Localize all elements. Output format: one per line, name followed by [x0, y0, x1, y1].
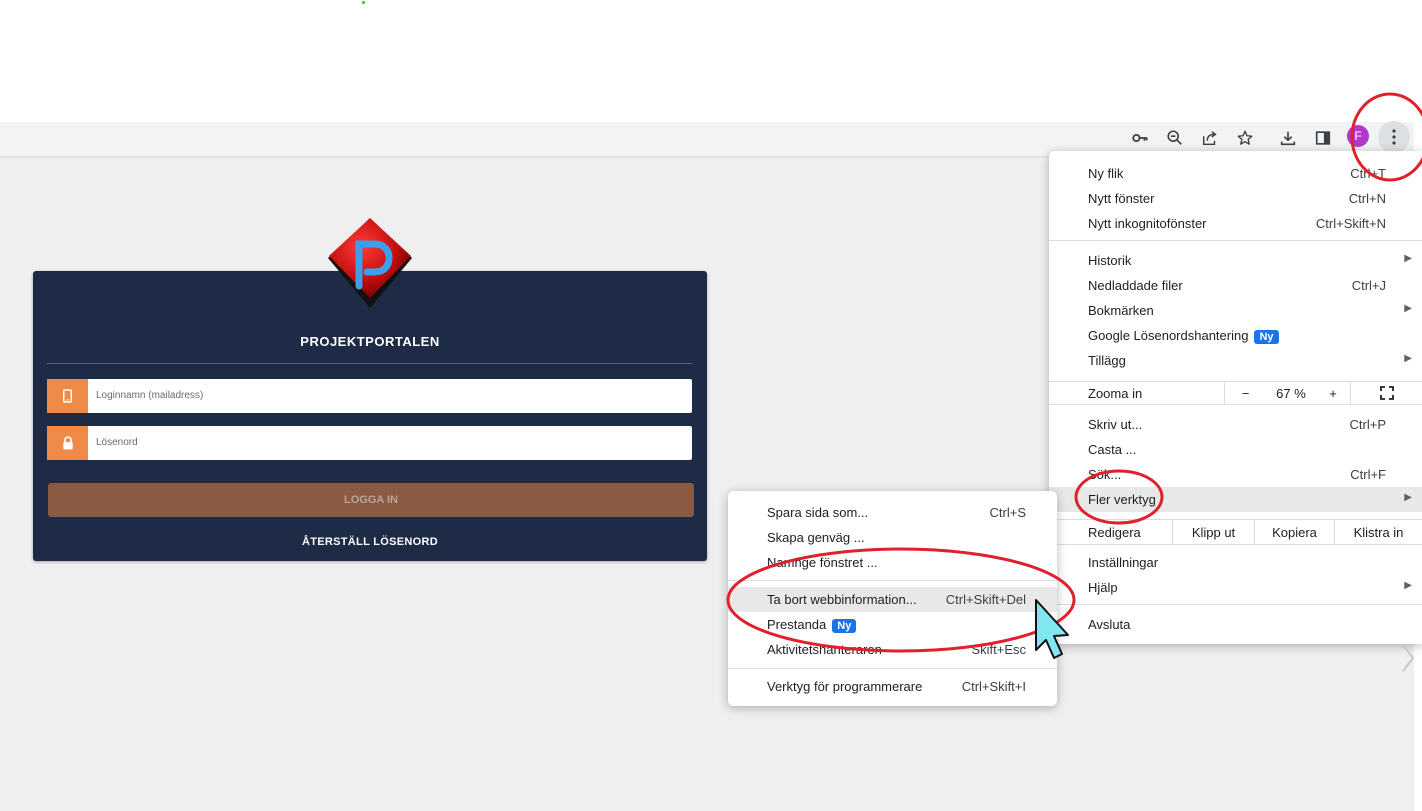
side-panel-icon[interactable] [1309, 124, 1337, 152]
password-field[interactable]: Lösenord [47, 426, 692, 460]
menu-item-find[interactable]: Sök... Ctrl+F [1049, 462, 1422, 487]
phone-icon [47, 379, 88, 413]
profile-avatar[interactable]: F [1347, 125, 1369, 147]
submenu-item-clear-data[interactable]: Ta bort webbinformation... Ctrl+Skift+De… [728, 587, 1057, 612]
menu-item-more-tools[interactable]: Fler verktyg ▶ [1049, 487, 1422, 512]
chevron-right-icon: ▶ [1404, 580, 1412, 591]
share-icon[interactable] [1196, 124, 1224, 152]
menu-item-new-tab[interactable]: Ny flik Ctrl+T [1049, 161, 1422, 186]
menu-item-incognito[interactable]: Nytt inkognitofönster Ctrl+Skift+N [1049, 211, 1422, 236]
submenu-separator [728, 580, 1057, 581]
menu-item-extensions[interactable]: Tillägg ▶ [1049, 348, 1422, 373]
lock-icon [47, 426, 88, 460]
login-divider [47, 363, 692, 364]
menu-item-password-manager[interactable]: Google Lösenordshantering Ny [1049, 323, 1422, 348]
chrome-menu: Ny flik Ctrl+T Nytt fönster Ctrl+N Nytt … [1049, 151, 1422, 644]
menu-item-bookmarks[interactable]: Bokmärken ▶ [1049, 298, 1422, 323]
edit-row: Redigera Klipp ut Kopiera Klistra in [1049, 519, 1422, 545]
menu-item-cast[interactable]: Casta ... [1049, 437, 1422, 462]
chevron-right-icon: ▶ [1404, 353, 1412, 364]
key-icon[interactable] [1126, 124, 1154, 152]
zoom-in-button[interactable]: + [1316, 382, 1350, 404]
login-title: PROJEKTPORTALEN [300, 334, 440, 349]
chrome-menu-button[interactable] [1378, 121, 1410, 153]
reset-password-link[interactable]: ÅTERSTÄLL LÖSENORD [0, 536, 740, 548]
menu-item-history[interactable]: Historik ▶ [1049, 248, 1422, 273]
cut-button[interactable]: Klipp ut [1172, 520, 1254, 544]
copy-button[interactable]: Kopiera [1254, 520, 1334, 544]
chevron-right-icon: ▶ [1404, 253, 1412, 264]
fullscreen-icon [1379, 386, 1394, 400]
chevron-right-icon: ▶ [1404, 492, 1412, 503]
new-badge: Ny [832, 619, 857, 633]
menu-item-print[interactable]: Skriv ut... Ctrl+P [1049, 412, 1422, 437]
zoom-icon[interactable] [1161, 124, 1189, 152]
menu-item-new-window[interactable]: Nytt fönster Ctrl+N [1049, 186, 1422, 211]
submenu-item-dev-tools[interactable]: Verktyg för programmerare Ctrl+Skift+I [728, 674, 1057, 699]
login-card [33, 271, 707, 561]
submenu-item-performance[interactable]: Prestanda Ny [728, 612, 1057, 637]
submenu-item-save-page[interactable]: Spara sida som... Ctrl+S [728, 500, 1057, 525]
menu-item-settings[interactable]: Inställningar [1049, 550, 1422, 575]
zoom-row: Zooma in − 67 % + [1049, 381, 1422, 405]
zoom-level: 67 % [1276, 385, 1306, 401]
submenu-item-name-window[interactable]: Namnge fönstret ... [728, 550, 1057, 575]
fullscreen-button[interactable] [1350, 382, 1422, 404]
menu-separator [1049, 240, 1422, 241]
menu-item-downloads[interactable]: Nedladdade filer Ctrl+J [1049, 273, 1422, 298]
download-icon[interactable] [1274, 124, 1302, 152]
username-input[interactable]: Loginnamn (mailadress) [88, 379, 203, 413]
more-vert-icon [1392, 129, 1396, 145]
more-tools-submenu: Spara sida som... Ctrl+S Skapa genväg ..… [728, 491, 1057, 706]
new-badge: Ny [1254, 330, 1279, 344]
star-icon[interactable] [1231, 124, 1259, 152]
chevron-right-icon: ▶ [1404, 303, 1412, 314]
projektportalen-logo [328, 218, 412, 308]
username-field[interactable]: Loginnamn (mailadress) [47, 379, 692, 413]
green-dot [362, 1, 365, 4]
submenu-item-task-manager[interactable]: Aktivitetshanteraren Skift+Esc [728, 637, 1057, 662]
window-top-area [0, 0, 1422, 122]
submenu-item-create-shortcut[interactable]: Skapa genväg ... [728, 525, 1057, 550]
submenu-separator [728, 668, 1057, 669]
password-input[interactable]: Lösenord [88, 426, 138, 460]
menu-item-exit[interactable]: Avsluta [1049, 612, 1422, 637]
menu-separator [1049, 604, 1422, 605]
login-button[interactable]: LOGGA IN [48, 483, 694, 517]
paste-button[interactable]: Klistra in [1334, 520, 1422, 544]
zoom-out-button[interactable]: − [1224, 382, 1266, 404]
menu-item-help[interactable]: Hjälp ▶ [1049, 575, 1422, 600]
